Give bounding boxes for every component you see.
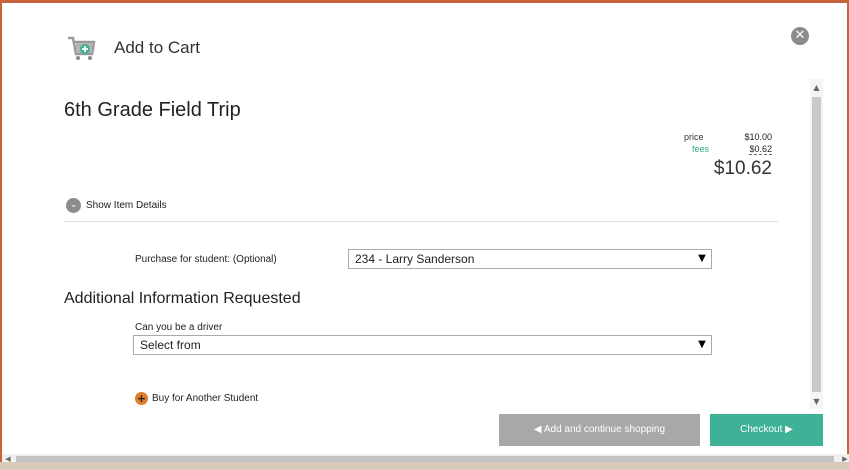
vertical-scrollbar[interactable]: ▲ ▼	[810, 79, 823, 409]
price-label: price	[684, 132, 704, 142]
additional-info-heading: Additional Information Requested	[64, 290, 301, 307]
buy-another-student-link[interactable]: + Buy for Another Student	[135, 392, 258, 405]
price-summary: price $10.00 fees $0.62 $10.62	[670, 131, 772, 180]
price-row: price $10.00	[670, 131, 772, 143]
show-item-details-toggle[interactable]: ⌄ Show Item Details	[66, 198, 167, 213]
fees-value: $0.62	[749, 144, 772, 155]
chevron-down-icon: ▼	[698, 339, 706, 350]
price-value: $10.00	[744, 132, 772, 142]
add-and-continue-button[interactable]: ◀ Add and continue shopping	[499, 414, 700, 446]
close-icon[interactable]: ✕	[791, 27, 809, 45]
driver-select-value: Select from	[140, 338, 201, 352]
item-title: 6th Grade Field Trip	[64, 99, 241, 121]
driver-select[interactable]: Select from ▼	[133, 335, 712, 355]
student-select-label: Purchase for student: (Optional)	[135, 254, 277, 265]
fees-label: fees	[692, 144, 710, 154]
driver-select-label: Can you be a driver	[135, 322, 223, 333]
checkout-button[interactable]: Checkout ▶	[710, 414, 823, 446]
chevron-down-icon: ⌄	[66, 198, 81, 213]
scroll-up-icon[interactable]: ▲	[810, 81, 823, 95]
modal-title: Add to Cart	[114, 38, 200, 57]
scroll-down-icon[interactable]: ▼	[810, 395, 823, 409]
chevron-down-icon: ▼	[698, 253, 706, 264]
modal-header: Add to Cart	[66, 33, 200, 63]
plus-icon: +	[135, 392, 148, 405]
student-select[interactable]: 234 - Larry Sanderson ▼	[348, 249, 712, 269]
details-toggle-label: Show Item Details	[86, 200, 167, 211]
add-to-cart-modal: Add to Cart ✕ ▲ ▼ 6th Grade Field Trip p…	[0, 0, 849, 465]
divider	[64, 221, 778, 222]
scroll-thumb[interactable]	[812, 97, 821, 392]
price-total: $10.62	[713, 158, 772, 179]
cart-add-icon	[66, 34, 96, 62]
background-page	[0, 462, 849, 470]
student-select-value: 234 - Larry Sanderson	[355, 252, 475, 266]
fees-row: fees $0.62	[670, 143, 772, 155]
buy-another-label: Buy for Another Student	[152, 393, 259, 404]
